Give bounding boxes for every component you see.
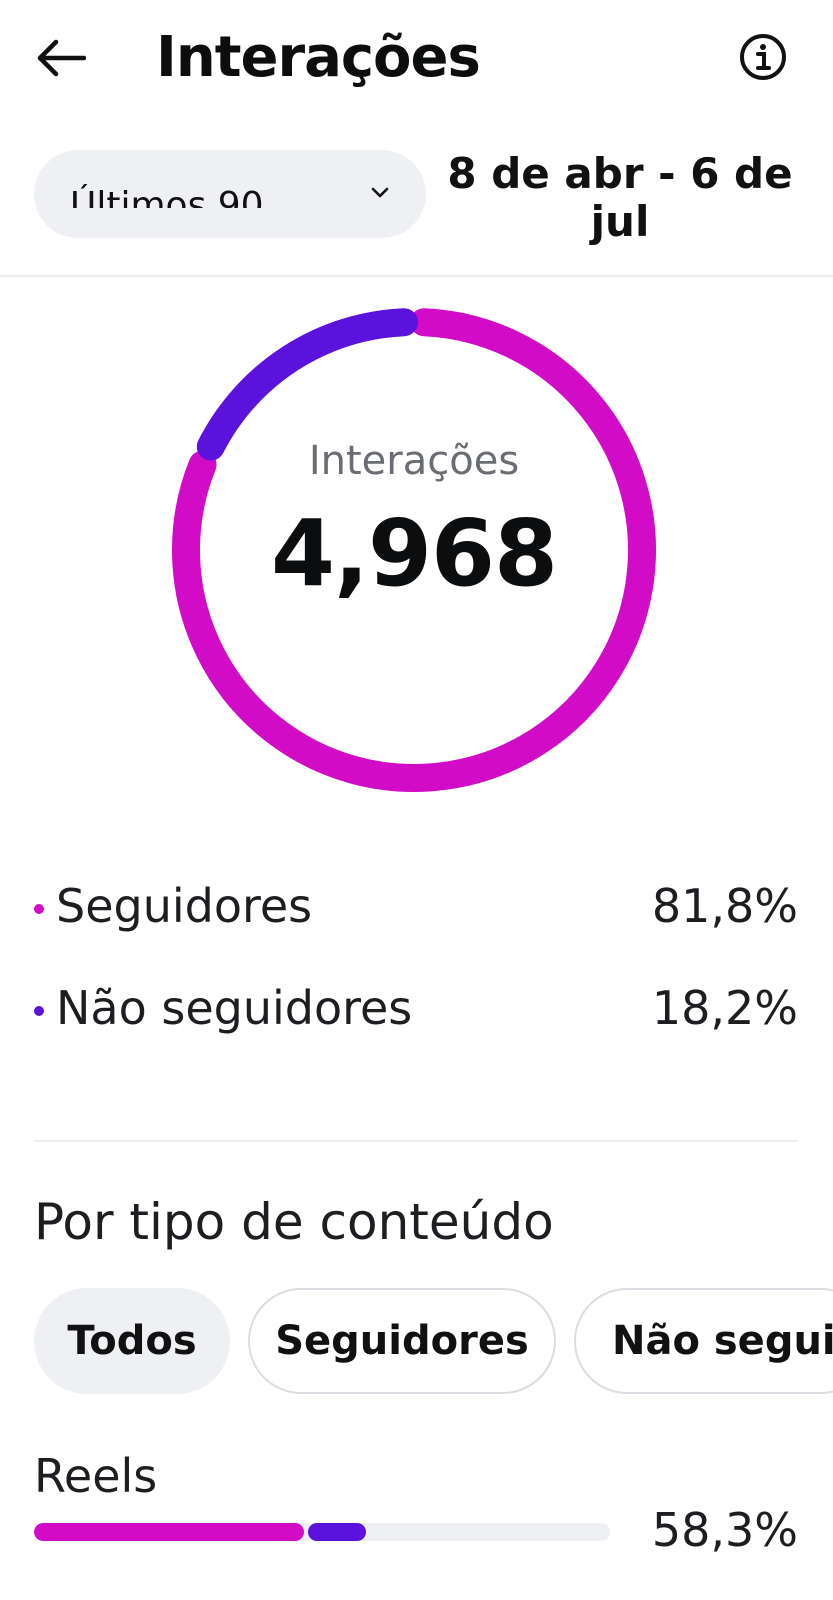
filter-chip-followers[interactable]: Seguidores	[248, 1288, 556, 1394]
filter-chip-all[interactable]: Todos	[34, 1288, 230, 1394]
section-title: Por tipo de conteúdo	[34, 1193, 554, 1251]
filter-chip-nonfollowers[interactable]: Não seguidores	[574, 1288, 833, 1394]
legend-label: Não seguidores	[56, 981, 413, 1035]
content-type-bar	[34, 1523, 610, 1541]
legend-value: 18,2%	[651, 981, 798, 1035]
donut-caption: Interações	[308, 438, 520, 484]
legend-dot	[34, 904, 44, 914]
chevron-down-icon	[371, 187, 389, 198]
back-button[interactable]	[28, 26, 92, 90]
donut-segment-nonfollowers	[196, 308, 419, 461]
arrow-left-icon	[37, 39, 86, 77]
date-range-label: 8 de abr - 6 de jul	[447, 150, 793, 246]
donut-total-value: 4,968	[270, 500, 558, 607]
legend-label: Seguidores	[56, 879, 313, 933]
content-type-label: Reels	[34, 1449, 158, 1503]
info-icon	[740, 34, 786, 80]
legend-dot	[34, 1006, 44, 1016]
divider	[34, 1140, 798, 1142]
legend-value: 81,8%	[651, 879, 798, 933]
bar-segment-nonfollowers	[308, 1523, 366, 1541]
legend-item-nonfollowers: Não seguidores 18,2%	[34, 978, 798, 1038]
bar-segment-followers	[34, 1523, 304, 1541]
page-title: Interações	[156, 25, 481, 90]
period-dropdown[interactable]: Últimos 90	[34, 150, 426, 238]
period-dropdown-value: Últimos 90	[70, 185, 264, 208]
content-type-value: 58,3%	[651, 1503, 798, 1557]
info-button[interactable]	[736, 30, 790, 84]
divider	[0, 275, 833, 277]
legend-item-followers: Seguidores 81,8%	[34, 876, 798, 936]
